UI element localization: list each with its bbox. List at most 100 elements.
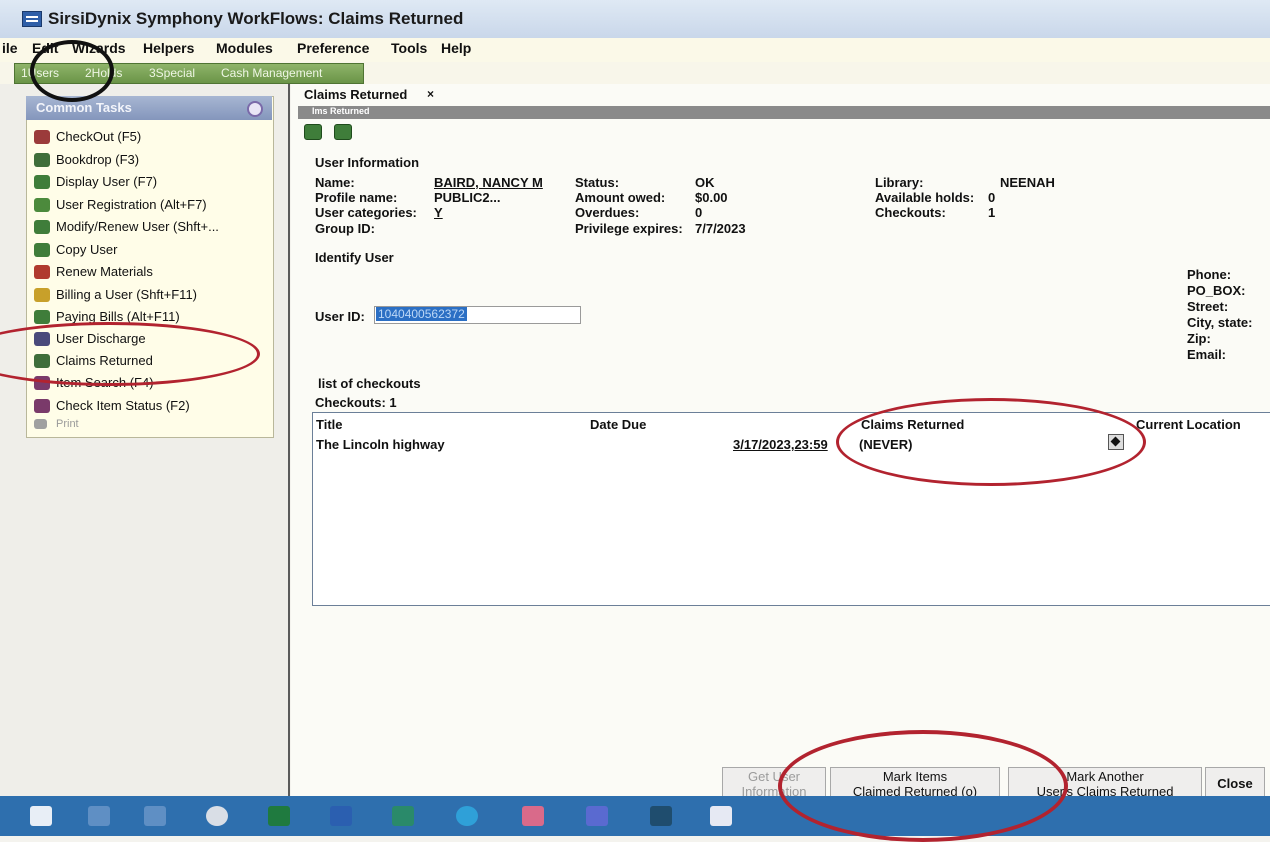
categories-label: User categories: — [315, 205, 417, 220]
pobox-label: PO_BOX: — [1187, 283, 1246, 298]
owed-value: $0.00 — [695, 190, 728, 205]
task-label: User Registration (Alt+F7) — [56, 197, 207, 212]
task-bookdrop[interactable]: Bookdrop (F3) — [34, 151, 270, 171]
categories-link[interactable]: Y — [434, 205, 443, 220]
checkouts-count: Checkouts: 1 — [315, 395, 397, 410]
menu-modules[interactable]: Modules — [216, 40, 273, 56]
identify-heading: Identify User — [315, 250, 394, 265]
collapse-icon[interactable] — [247, 101, 263, 117]
row-date-due[interactable]: 3/17/2023,23:59 — [733, 437, 828, 452]
holds-label: Available holds: — [875, 190, 975, 205]
annotation-circle — [778, 730, 1068, 842]
menu-preference[interactable]: Preference — [297, 40, 369, 56]
search-icon[interactable] — [88, 806, 110, 826]
tab-cash-management[interactable]: Cash Management — [221, 66, 322, 80]
menu-helpers[interactable]: Helpers — [143, 40, 194, 56]
checkouts-value: 1 — [988, 205, 996, 220]
row-title[interactable]: The Lincoln highway — [316, 437, 445, 452]
task-check-item-status[interactable]: Check Item Status (F2) — [34, 397, 270, 417]
close-button[interactable]: Close — [1205, 767, 1265, 799]
annotation-circle — [836, 398, 1146, 486]
col-title[interactable]: Title — [316, 417, 343, 432]
task-print[interactable]: Print — [34, 417, 270, 437]
task-label: Print — [56, 418, 79, 430]
taskbar — [0, 796, 1270, 836]
library-value: NEENAH — [1000, 175, 1055, 190]
window-title: SirsiDynix Symphony WorkFlows: Claims Re… — [48, 9, 464, 28]
paint-icon[interactable] — [522, 806, 544, 826]
copy-user-icon — [34, 243, 50, 257]
wizard-subbar — [298, 106, 1270, 119]
task-label: Bookdrop (F3) — [56, 152, 140, 167]
modify-user-icon — [34, 220, 50, 234]
task-label: Copy User — [56, 242, 118, 257]
teams-icon[interactable] — [586, 806, 608, 826]
overdues-value: 0 — [695, 205, 703, 220]
task-checkout[interactable]: CheckOut (F5) — [34, 128, 270, 148]
bookdrop-icon — [34, 153, 50, 167]
paying-bills-icon — [34, 310, 50, 324]
phone-icon[interactable] — [650, 806, 672, 826]
checkouts-label: Checkouts: — [875, 205, 946, 220]
print-icon — [34, 419, 47, 429]
wizard-subbar-label: Ims Returned — [312, 106, 370, 116]
phone-label: Phone: — [1187, 267, 1232, 282]
userid-label: User ID: — [315, 309, 365, 324]
userid-value[interactable]: 1040400562372 — [376, 307, 467, 321]
edge-icon[interactable] — [456, 806, 478, 826]
task-view-icon[interactable] — [144, 806, 166, 826]
menu-tools[interactable]: Tools — [391, 40, 427, 56]
profile-label: Profile name: — [315, 190, 398, 205]
billing-icon — [34, 288, 50, 302]
word-icon[interactable] — [330, 806, 352, 826]
close-tab-icon[interactable]: × — [427, 87, 434, 101]
task-label: Billing a User (Shft+F11) — [56, 287, 198, 302]
col-current-location[interactable]: Current Location — [1136, 417, 1241, 432]
task-label: Renew Materials — [56, 264, 153, 279]
annotation-circle — [30, 40, 114, 102]
checkout-icon — [34, 130, 50, 144]
owed-label: Amount owed: — [575, 190, 666, 205]
overdues-label: Overdues: — [575, 205, 640, 220]
user-lookup-icon[interactable] — [304, 124, 322, 140]
menu-file[interactable]: ile — [2, 40, 18, 56]
menu-help[interactable]: Help — [441, 40, 471, 56]
task-label: Check Item Status (F2) — [56, 398, 190, 413]
common-tasks-title: Common Tasks — [36, 100, 132, 115]
user-registration-icon — [34, 198, 50, 212]
check-item-icon — [34, 399, 50, 413]
display-user-icon[interactable] — [334, 124, 352, 140]
city-state-label: City, state: — [1187, 315, 1253, 330]
tab-claims-returned[interactable]: Claims Returned — [304, 87, 407, 102]
profile-value: PUBLIC2... — [434, 190, 501, 205]
workflows-icon[interactable] — [710, 806, 732, 826]
privilege-label: Privilege expires: — [575, 221, 683, 236]
task-modify-renew-user[interactable]: Modify/Renew User (Shft+... — [34, 218, 270, 238]
user-info-heading: User Information — [315, 155, 420, 170]
settings-icon[interactable] — [206, 806, 228, 826]
task-display-user[interactable]: Display User (F7) — [34, 173, 270, 193]
library-label: Library: — [875, 175, 924, 190]
task-user-registration[interactable]: User Registration (Alt+F7) — [34, 196, 270, 216]
group-id-label: Group ID: — [315, 221, 375, 236]
start-icon[interactable] — [30, 806, 52, 826]
tab-special[interactable]: 3Special — [149, 66, 195, 80]
status-label: Status: — [575, 175, 620, 190]
publisher-icon[interactable] — [392, 806, 414, 826]
col-date-due[interactable]: Date Due — [590, 417, 646, 432]
status-value: OK — [695, 175, 715, 190]
task-label: Modify/Renew User (Shft+... — [56, 219, 219, 234]
street-label: Street: — [1187, 299, 1229, 314]
task-label: Display User (F7) — [56, 174, 158, 189]
email-label: Email: — [1187, 347, 1227, 362]
display-user-icon — [34, 175, 50, 189]
zip-label: Zip: — [1187, 331, 1211, 346]
task-billing-user[interactable]: Billing a User (Shft+F11) — [34, 286, 270, 306]
excel-icon[interactable] — [268, 806, 290, 826]
task-label: CheckOut (F5) — [56, 129, 142, 144]
task-renew-materials[interactable]: Renew Materials — [34, 263, 270, 283]
privilege-value: 7/7/2023 — [695, 221, 746, 236]
task-copy-user[interactable]: Copy User — [34, 241, 270, 261]
user-name-link[interactable]: BAIRD, NANCY M — [434, 175, 543, 190]
renew-icon — [34, 265, 50, 279]
